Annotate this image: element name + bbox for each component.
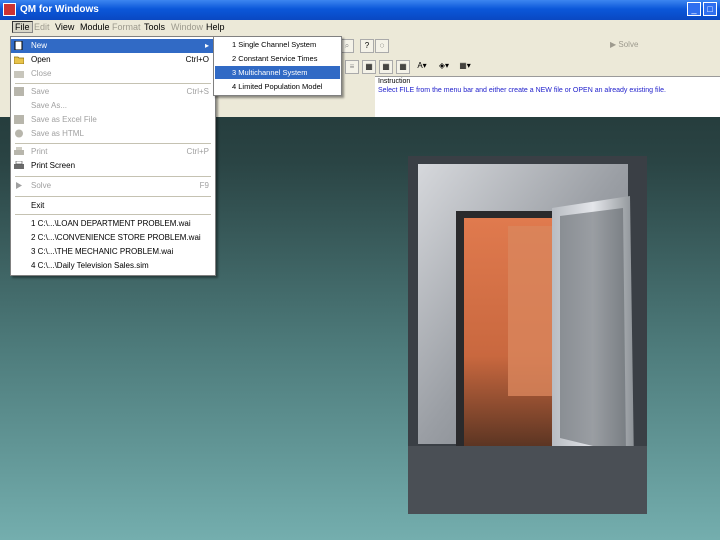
file-menu-exit[interactable]: Exit (11, 199, 215, 213)
percent-icon[interactable]: ▦ (379, 60, 393, 74)
file-menu-new-label: New (31, 41, 48, 50)
menu-separator (15, 196, 211, 197)
fill-color-icon[interactable]: ◈▾ (437, 60, 451, 74)
file-menu-close[interactable]: Close (11, 67, 215, 81)
menu-separator (15, 143, 211, 144)
close-folder-icon (14, 71, 24, 78)
printer-icon (14, 147, 24, 155)
file-menu-save-as[interactable]: Save As... (11, 99, 215, 113)
menu-tools[interactable]: Tools (144, 22, 165, 32)
help-pointer-icon[interactable]: ? (360, 39, 374, 53)
menu-help[interactable]: Help (206, 22, 225, 32)
align-icon[interactable]: ≡ (345, 60, 359, 74)
submenu-arrow-icon: ▸ (204, 41, 209, 50)
file-menu-open-label: Open (31, 55, 51, 64)
print-screen-icon (14, 161, 24, 169)
window-title: QM for Windows (20, 4, 99, 15)
recent-file-item[interactable]: 3 C:\...\THE MECHANIC PROBLEM.wai (11, 245, 215, 259)
safe-deposit-boxes (508, 226, 552, 396)
submenu-item-single-channel[interactable]: 1 Single Channel System (215, 38, 340, 51)
toolbar-solve-button[interactable]: ▶ Solve (610, 40, 638, 49)
open-folder-icon (14, 56, 24, 64)
file-menu-print-shortcut: Ctrl+P (186, 147, 209, 156)
toolbar-solve-label: Solve (618, 40, 639, 49)
file-menu: New ▸ Open Ctrl+O Close Save Ctrl+S Save… (10, 36, 216, 276)
menu-format[interactable]: Format (112, 22, 141, 32)
file-menu-close-label: Close (31, 69, 52, 78)
menu-separator (15, 176, 211, 177)
decimal-icon[interactable]: ▦ (362, 60, 376, 74)
excel-icon (14, 115, 24, 124)
find-icon[interactable]: ⌕ (340, 39, 354, 53)
file-menu-solve-shortcut: F9 (199, 181, 209, 190)
menu-separator (15, 214, 211, 215)
comma-icon[interactable]: ▦ (396, 60, 410, 74)
submenu-item-label: 4 Limited Population Model (232, 82, 323, 91)
app-icon (3, 3, 16, 16)
file-menu-save-shortcut: Ctrl+S (186, 87, 209, 96)
solve-play-icon (16, 182, 22, 189)
file-menu-open-shortcut: Ctrl+O (185, 55, 209, 64)
menu-separator (15, 83, 211, 84)
instruction-text: Select FILE from the menu bar and either… (378, 87, 666, 94)
font-color-icon[interactable]: A▾ (415, 60, 429, 74)
recent-file-item[interactable]: 2 C:\...\CONVENIENCE STORE PROBLEM.wai (11, 231, 215, 245)
new-file-icon (14, 41, 23, 50)
recent-file-label: 2 C:\...\CONVENIENCE STORE PROBLEM.wai (31, 233, 201, 242)
submenu-item-label: 2 Constant Service Times (232, 54, 318, 63)
menu-edit[interactable]: Edit (34, 22, 50, 32)
submenu-item-label: 3 Multichannel System (232, 68, 308, 77)
menu-bar: File Edit View Module Format Tools Windo… (0, 20, 720, 37)
file-menu-print-screen-label: Print Screen (31, 161, 76, 170)
file-menu-save-as-label: Save As... (31, 101, 68, 110)
minimize-button[interactable]: _ (687, 2, 701, 16)
menu-file[interactable]: File (12, 21, 33, 33)
file-menu-open[interactable]: Open Ctrl+O (11, 53, 215, 67)
context-help-icon[interactable]: ◌ (375, 39, 389, 53)
maximize-button[interactable]: □ (703, 2, 717, 16)
submenu-item-label: 1 Single Channel System (232, 40, 317, 49)
recent-file-item[interactable]: 1 C:\...\LOAN DEPARTMENT PROBLEM.wai (11, 217, 215, 231)
file-menu-print[interactable]: Print Ctrl+P (11, 145, 215, 159)
menu-window[interactable]: Window (171, 22, 203, 32)
file-menu-save-html-label: Save as HTML (31, 129, 84, 138)
recent-file-item[interactable]: 4 C:\...\Daily Television Sales.sim (11, 259, 215, 273)
window-titlebar: QM for Windows _ □ (0, 0, 720, 20)
file-menu-exit-label: Exit (31, 201, 45, 210)
recent-file-label: 3 C:\...\THE MECHANIC PROBLEM.wai (31, 247, 174, 256)
submenu-item-limited-population[interactable]: 4 Limited Population Model (215, 80, 340, 93)
file-menu-save-excel-label: Save as Excel File (31, 115, 97, 124)
save-disk-icon (14, 87, 24, 96)
file-menu-save[interactable]: Save Ctrl+S (11, 85, 215, 99)
instruction-title: Instruction (378, 78, 411, 85)
vault-floor (408, 446, 647, 514)
menu-module[interactable]: Module (80, 22, 110, 32)
recent-file-label: 1 C:\...\LOAN DEPARTMENT PROBLEM.wai (31, 219, 191, 228)
grid-icon[interactable]: ▦▾ (458, 60, 472, 74)
file-menu-save-html[interactable]: Save as HTML (11, 127, 215, 141)
instruction-panel: Instruction Select FILE from the menu ba… (375, 76, 720, 117)
submenu-item-constant-service[interactable]: 2 Constant Service Times (215, 52, 340, 65)
file-menu-save-label: Save (31, 87, 50, 96)
file-menu-save-excel[interactable]: Save as Excel File (11, 113, 215, 127)
recent-file-label: 4 C:\...\Daily Television Sales.sim (31, 261, 149, 270)
file-menu-solve[interactable]: Solve F9 (11, 179, 215, 193)
new-submenu: 1 Single Channel System 2 Constant Servi… (213, 36, 342, 96)
file-menu-new[interactable]: New ▸ (11, 39, 215, 53)
file-menu-print-screen[interactable]: Print Screen (11, 159, 215, 173)
vault-photo (408, 156, 647, 514)
globe-icon (15, 129, 23, 138)
submenu-item-multichannel[interactable]: 3 Multichannel System (215, 66, 340, 79)
menu-view[interactable]: View (55, 22, 74, 32)
file-menu-solve-label: Solve (31, 181, 52, 190)
file-menu-print-label: Print (31, 147, 48, 156)
vault-door-mechanism (560, 208, 626, 454)
